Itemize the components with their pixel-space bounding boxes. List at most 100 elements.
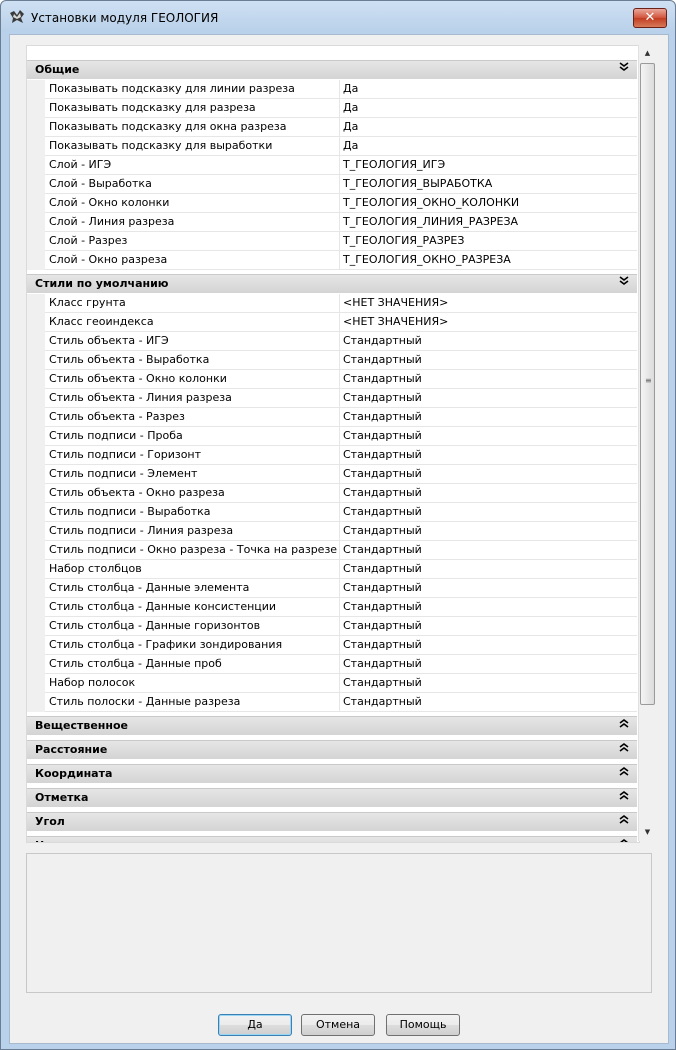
chevrons-up-icon[interactable] (617, 742, 631, 755)
category-header[interactable]: Отметка (27, 788, 637, 807)
property-row[interactable]: Стиль объекта - Окно разреза Стандартный (45, 484, 637, 503)
close-button[interactable]: ✕ (633, 8, 667, 28)
property-row[interactable]: Слой - Линия разреза Т_ГЕОЛОГИЯ_ЛИНИЯ_РАЗ… (45, 213, 637, 232)
property-row[interactable]: Набор полосок Стандартный (45, 674, 637, 693)
property-value[interactable]: Да (341, 137, 637, 155)
property-value[interactable]: Стандартный (341, 332, 637, 350)
property-value[interactable]: Стандартный (341, 579, 637, 597)
property-name: Класс грунта (45, 294, 340, 312)
property-value[interactable]: <НЕТ ЗНАЧЕНИЯ> (341, 313, 637, 331)
property-value[interactable]: Да (341, 80, 637, 98)
property-row[interactable]: Слой - Окно разреза Т_ГЕОЛОГИЯ_ОКНО_РАЗРЕ… (45, 251, 637, 270)
chevrons-up-icon[interactable] (617, 790, 631, 803)
category-label: Вещественное (35, 719, 129, 732)
property-row[interactable]: Стиль объекта - Окно колонки Стандартный (45, 370, 637, 389)
property-name: Слой - Окно разреза (45, 251, 340, 269)
property-value[interactable]: Стандартный (341, 370, 637, 388)
category-label: Координата (35, 767, 113, 780)
property-value[interactable]: Стандартный (341, 636, 637, 654)
property-row[interactable]: Стиль объекта - Разрез Стандартный (45, 408, 637, 427)
chevrons-up-icon[interactable] (617, 766, 631, 779)
property-row[interactable]: Стиль подписи - Горизонт Стандартный (45, 446, 637, 465)
chevrons-up-icon[interactable] (617, 718, 631, 731)
category-header[interactable]: Вещественное (27, 716, 637, 735)
property-row[interactable]: Стиль полоски - Данные разреза Стандартны… (45, 693, 637, 712)
property-value[interactable]: Т_ГЕОЛОГИЯ_ОКНО_КОЛОНКИ (341, 194, 637, 212)
category-header[interactable]: Общие (27, 60, 637, 79)
property-value[interactable]: Т_ГЕОЛОГИЯ_ЛИНИЯ_РАЗРЕЗА (341, 213, 637, 231)
property-row[interactable]: Показывать подсказку для окна разреза Да (45, 118, 637, 137)
property-value[interactable]: Стандартный (341, 617, 637, 635)
property-row[interactable]: Слой - Разрез Т_ГЕОЛОГИЯ_РАЗРЕЗ (45, 232, 637, 251)
property-value[interactable]: Т_ГЕОЛОГИЯ_РАЗРЕЗ (341, 232, 637, 250)
property-row[interactable]: Слой - ИГЭ Т_ГЕОЛОГИЯ_ИГЭ (45, 156, 637, 175)
property-value[interactable]: Т_ГЕОЛОГИЯ_ВЫРАБОТКА (341, 175, 637, 193)
property-value[interactable]: Т_ГЕОЛОГИЯ_ОКНО_РАЗРЕЗА (341, 251, 637, 269)
category-label: Стили по умолчанию (35, 277, 169, 290)
property-value[interactable]: Стандартный (341, 484, 637, 502)
property-value[interactable]: Стандартный (341, 503, 637, 521)
property-row[interactable]: Стиль подписи - Элемент Стандартный (45, 465, 637, 484)
property-value[interactable]: Стандартный (341, 465, 637, 483)
cancel-button[interactable]: Отмена (301, 1014, 375, 1036)
property-row[interactable]: Стиль столбца - Данные горизонтов Стандар… (45, 617, 637, 636)
ok-button[interactable]: Да (218, 1014, 292, 1036)
chevrons-up-icon[interactable] (617, 838, 631, 842)
property-row[interactable]: Стиль столбца - Данные проб Стандартный (45, 655, 637, 674)
property-row[interactable]: Стиль объекта - Выработка Стандартный (45, 351, 637, 370)
property-row[interactable]: Стиль столбца - Данные консистенции Станд… (45, 598, 637, 617)
scroll-down-arrow-icon[interactable]: ▼ (639, 824, 656, 841)
property-row[interactable]: Показывать подсказку для разреза Да (45, 99, 637, 118)
property-value[interactable]: Стандартный (341, 351, 637, 369)
property-row[interactable]: Класс геоиндекса <НЕТ ЗНАЧЕНИЯ> (45, 313, 637, 332)
category-header[interactable]: Координата (27, 764, 637, 783)
property-row[interactable]: Класс грунта <НЕТ ЗНАЧЕНИЯ> (45, 294, 637, 313)
property-name: Стиль объекта - Выработка (45, 351, 340, 369)
property-row[interactable]: Стиль подписи - Линия разреза Стандартный (45, 522, 637, 541)
category-header[interactable]: Расстояние (27, 740, 637, 759)
property-value[interactable]: Стандартный (341, 674, 637, 692)
scroll-thumb[interactable]: ≡ (640, 63, 655, 705)
category-header[interactable]: Стили по умолчанию (27, 274, 637, 293)
chevrons-up-icon[interactable] (617, 814, 631, 827)
property-name: Стиль объекта - Разрез (45, 408, 340, 426)
property-value[interactable]: Стандартный (341, 446, 637, 464)
scroll-up-arrow-icon[interactable]: ▲ (639, 45, 656, 62)
property-value[interactable]: Стандартный (341, 427, 637, 445)
help-button[interactable]: Помощь (386, 1014, 460, 1036)
property-value[interactable]: <НЕТ ЗНАЧЕНИЯ> (341, 294, 637, 312)
property-row[interactable]: Показывать подсказку для линии разреза Да (45, 80, 637, 99)
property-row[interactable]: Стиль столбца - Графики зондирования Стан… (45, 636, 637, 655)
property-row[interactable]: Стиль подписи - Выработка Стандартный (45, 503, 637, 522)
property-row[interactable]: Стиль объекта - ИГЭ Стандартный (45, 332, 637, 351)
category-header[interactable]: Направление (27, 836, 637, 842)
property-row[interactable]: Стиль объекта - Линия разреза Стандартный (45, 389, 637, 408)
window-title: Установки модуля ГЕОЛОГИЯ (31, 11, 219, 25)
property-value[interactable]: Да (341, 118, 637, 136)
property-grid[interactable]: Общие Показывать подсказку для линии разр… (26, 45, 640, 843)
property-value[interactable]: Стандартный (341, 522, 637, 540)
property-row[interactable]: Набор столбцов Стандартный (45, 560, 637, 579)
property-value[interactable]: Т_ГЕОЛОГИЯ_ИГЭ (341, 156, 637, 174)
property-row[interactable]: Стиль подписи - Проба Стандартный (45, 427, 637, 446)
chevrons-down-icon[interactable] (617, 62, 631, 75)
property-value[interactable]: Стандартный (341, 693, 637, 711)
chevrons-down-icon[interactable] (617, 276, 631, 289)
property-name: Стиль подписи - Окно разреза - Точка на … (45, 541, 340, 559)
property-value[interactable]: Стандартный (341, 541, 637, 559)
property-row[interactable]: Слой - Окно колонки Т_ГЕОЛОГИЯ_ОКНО_КОЛОН… (45, 194, 637, 213)
property-row[interactable]: Стиль подписи - Окно разреза - Точка на … (45, 541, 637, 560)
property-value[interactable]: Стандартный (341, 408, 637, 426)
property-value[interactable]: Стандартный (341, 560, 637, 578)
property-value[interactable]: Стандартный (341, 598, 637, 616)
category-header[interactable]: Угол (27, 812, 637, 831)
property-row[interactable]: Стиль столбца - Данные элемента Стандартн… (45, 579, 637, 598)
property-value[interactable]: Стандартный (341, 389, 637, 407)
property-name: Показывать подсказку для выработки (45, 137, 340, 155)
title-bar[interactable]: Установки модуля ГЕОЛОГИЯ ✕ (1, 1, 675, 33)
property-value[interactable]: Да (341, 99, 637, 117)
property-row[interactable]: Показывать подсказку для выработки Да (45, 137, 637, 156)
property-value[interactable]: Стандартный (341, 655, 637, 673)
property-grid-scrollbar[interactable]: ▲ ≡ ▼ (638, 45, 656, 841)
property-row[interactable]: Слой - Выработка Т_ГЕОЛОГИЯ_ВЫРАБОТКА (45, 175, 637, 194)
